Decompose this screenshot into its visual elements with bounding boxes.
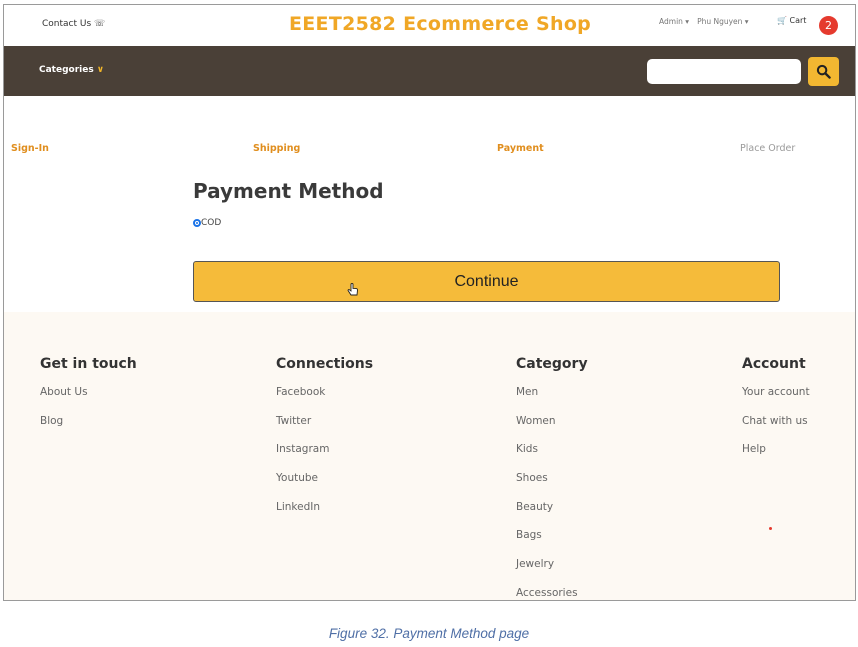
footer-link-chat-with-us[interactable]: Chat with us [742, 415, 810, 444]
page-title: Payment Method [193, 179, 384, 203]
figure-caption: Figure 32. Payment Method page [328, 626, 530, 641]
cart-label: Cart [789, 16, 807, 25]
footer-col-get-in-touch: Get in touch About Us Blog [40, 356, 137, 443]
footer-col-category: Category Men Women Kids Shoes Beauty Bag… [516, 356, 588, 600]
footer: Get in touch About Us Blog Connections F… [4, 312, 855, 600]
footer-col-title: Get in touch [40, 356, 137, 372]
footer-link-kids[interactable]: Kids [516, 443, 588, 472]
footer-link-about-us[interactable]: About Us [40, 386, 137, 415]
footer-link-youtube[interactable]: Youtube [276, 472, 373, 501]
user-dropdown[interactable]: Phu Nguyen ▾ [697, 17, 749, 26]
browser-screenshot: Contact Us ☏ EEET2582 Ecommerce Shop Adm… [3, 4, 856, 601]
footer-link-help[interactable]: Help [742, 443, 810, 472]
footer-link-your-account[interactable]: Your account [742, 386, 810, 415]
chevron-down-icon: ∨ [96, 65, 105, 75]
step-shipping[interactable]: Shipping [253, 143, 300, 154]
categories-dropdown[interactable]: Categories ∨ [39, 65, 104, 75]
contact-us-link[interactable]: Contact Us ☏ [42, 19, 105, 29]
step-place-order: Place Order [740, 143, 796, 154]
payment-option-label: COD [201, 218, 222, 228]
footer-link-linkedin[interactable]: LinkedIn [276, 501, 373, 530]
phone-icon: ☏ [94, 19, 106, 29]
footer-link-twitter[interactable]: Twitter [276, 415, 373, 444]
footer-link-beauty[interactable]: Beauty [516, 501, 588, 530]
contact-us-label: Contact Us [42, 19, 92, 29]
step-payment[interactable]: Payment [497, 143, 544, 154]
decorative-dot [769, 527, 772, 530]
footer-col-connections: Connections Facebook Twitter Instagram Y… [276, 356, 373, 529]
step-sign-in[interactable]: Sign-In [11, 143, 49, 154]
footer-link-shoes[interactable]: Shoes [516, 472, 588, 501]
footer-col-title: Account [742, 356, 806, 372]
nav-bar: Categories ∨ [4, 46, 855, 96]
footer-link-men[interactable]: Men [516, 386, 588, 415]
search-icon [816, 64, 831, 79]
admin-dropdown[interactable]: Admin ▾ [659, 17, 689, 26]
brand-title[interactable]: EEET2582 Ecommerce Shop [289, 13, 591, 35]
hand-cursor-icon [347, 283, 358, 296]
cart-icon: 🛒 [777, 16, 787, 25]
footer-link-instagram[interactable]: Instagram [276, 443, 373, 472]
search-input[interactable] [647, 59, 801, 84]
footer-link-jewelry[interactable]: Jewelry [516, 558, 588, 587]
categories-label: Categories [39, 65, 94, 75]
user-label: Phu Nguyen [697, 17, 743, 26]
cart-count-badge: 2 [819, 16, 838, 35]
payment-option-cod[interactable]: COD [193, 218, 221, 228]
footer-col-account: Account Your account Chat with us Help [742, 356, 810, 472]
footer-link-accessories[interactable]: Accessories [516, 587, 588, 600]
cart-link[interactable]: 🛒 Cart [777, 16, 806, 25]
search-button[interactable] [808, 57, 839, 86]
footer-link-facebook[interactable]: Facebook [276, 386, 373, 415]
footer-link-bags[interactable]: Bags [516, 529, 588, 558]
footer-col-title: Category [516, 356, 588, 372]
footer-link-blog[interactable]: Blog [40, 415, 137, 444]
user-menu: Admin ▾ Phu Nguyen ▾ [659, 17, 749, 26]
admin-label: Admin [659, 17, 683, 26]
continue-button[interactable]: Continue [193, 261, 780, 302]
footer-link-women[interactable]: Women [516, 415, 588, 444]
top-bar: Contact Us ☏ EEET2582 Ecommerce Shop Adm… [4, 5, 855, 46]
radio-selected-icon[interactable] [193, 219, 201, 227]
footer-col-title: Connections [276, 356, 374, 372]
